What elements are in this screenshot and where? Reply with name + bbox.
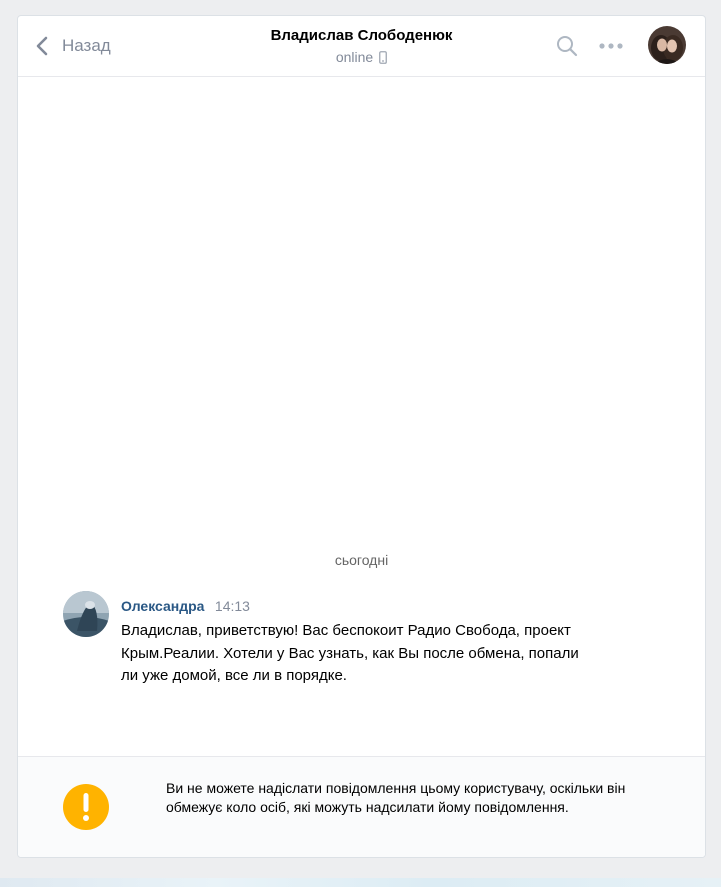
message-body: Олександра 14:13 Владислав, приветствую!… xyxy=(121,597,591,688)
mobile-phone-icon xyxy=(379,50,388,64)
chat-header: Назад Владислав Слободенюк online xyxy=(18,16,705,77)
chat-panel: Назад Владислав Слободенюк online сьогод… xyxy=(17,15,706,858)
peer-status: online xyxy=(335,48,388,66)
search-icon[interactable] xyxy=(555,34,579,58)
message-meta: Олександра 14:13 xyxy=(121,597,591,616)
blocked-notice-text: Ви не можете надіслати повідомлення цьом… xyxy=(166,780,626,815)
message-author[interactable]: Олександра xyxy=(121,598,204,614)
blocked-notice: Ви не можете надіслати повідомлення цьом… xyxy=(18,756,705,857)
message-text: Владислав, приветствую! Вас беспокоит Ра… xyxy=(121,622,579,684)
message-history: сьогодні Олександра 14:13 Владислав, при… xyxy=(18,77,705,758)
more-icon[interactable] xyxy=(598,42,624,50)
author-avatar-image xyxy=(63,591,109,637)
warning-icon xyxy=(63,784,109,830)
peer-status-text: online xyxy=(335,49,374,65)
peer-avatar[interactable] xyxy=(648,26,686,64)
page-bottom-strip xyxy=(0,878,721,887)
message-time[interactable]: 14:13 xyxy=(215,598,250,614)
peer-avatar-image xyxy=(648,26,686,64)
day-separator: сьогодні xyxy=(334,552,389,568)
author-avatar[interactable] xyxy=(63,591,109,637)
